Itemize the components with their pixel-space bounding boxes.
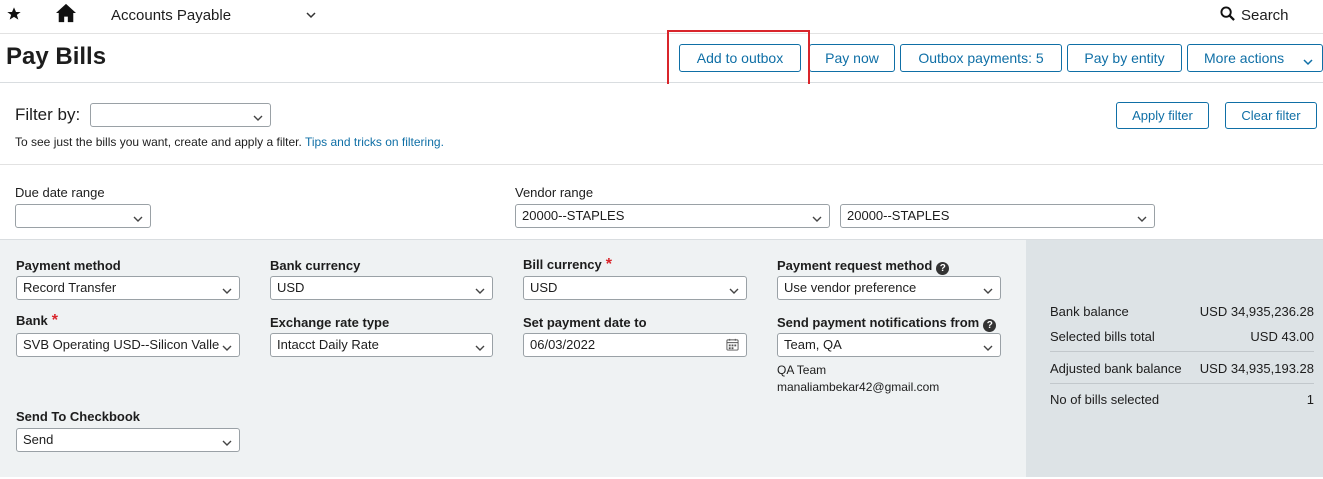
selected-total-value: USD 43.00: [1250, 329, 1314, 344]
bill-currency-label-text: Bill currency: [523, 257, 602, 272]
pay-now-button[interactable]: Pay now: [809, 44, 895, 72]
chevron-down-icon: [133, 212, 143, 227]
search-label: Search: [1241, 7, 1289, 24]
adjusted-balance-label: Adjusted bank balance: [1050, 361, 1182, 376]
notify-name: QA Team: [777, 363, 827, 377]
clear-filter-button[interactable]: Clear filter: [1225, 102, 1317, 129]
bills-count-label: No of bills selected: [1050, 392, 1160, 407]
chevron-down-icon: [983, 284, 993, 299]
chevron-down-icon: [222, 284, 232, 299]
vendor-range-label: Vendor range: [515, 185, 594, 200]
filter-label: Filter by:: [15, 105, 81, 124]
search-icon: [1220, 6, 1235, 25]
chevron-down-icon: [1303, 54, 1313, 70]
due-date-label: Due date range: [15, 185, 105, 200]
top-bar: Accounts Payable Search: [0, 0, 1323, 34]
vendor-to-select[interactable]: 20000--STAPLES: [840, 204, 1155, 228]
notify-email: manaliambekar42@gmail.com: [777, 380, 940, 394]
filter-select[interactable]: [90, 103, 271, 127]
payment-date-input[interactable]: 06/03/2022: [523, 333, 747, 357]
search-button[interactable]: Search: [1220, 6, 1289, 25]
vendor-from-value: 20000--STAPLES: [522, 208, 625, 223]
notify-select[interactable]: Team, QA: [777, 333, 1001, 357]
divider: [1050, 383, 1314, 384]
pay-by-entity-button[interactable]: Pay by entity: [1067, 44, 1182, 72]
home-icon[interactable]: [55, 3, 77, 28]
exchange-rate-value: Intacct Daily Rate: [277, 337, 379, 352]
filter-hint-text: To see just the bills you want, create a…: [15, 135, 302, 149]
chevron-down-icon: [220, 341, 232, 356]
bank-balance-value: USD 34,935,236.28: [1199, 304, 1314, 319]
selected-total-label: Selected bills total: [1050, 329, 1155, 344]
bank-currency-select[interactable]: USD: [270, 276, 493, 300]
request-method-label-text: Payment request method: [777, 258, 933, 273]
chevron-down-icon: [222, 436, 232, 451]
vendor-to-value: 20000--STAPLES: [847, 208, 950, 223]
adjusted-balance-row: Adjusted bank balance USD 34,935,193.28: [1050, 361, 1314, 376]
bank-currency-value: USD: [277, 280, 305, 295]
request-method-label: Payment request method?: [777, 258, 950, 275]
payment-date-label: Set payment date to: [523, 315, 647, 330]
bills-count-row: No of bills selected 1: [1050, 392, 1314, 407]
required-icon: *: [51, 312, 59, 329]
payment-date-value: 06/03/2022: [530, 337, 596, 352]
module-selector[interactable]: Accounts Payable: [111, 7, 231, 24]
chevron-down-icon: [729, 284, 739, 299]
page-title: Pay Bills: [6, 43, 107, 70]
balance-summary-panel: Bank balance USD 34,935,236.28 Selected …: [1026, 239, 1323, 477]
bank-label-text: Bank: [16, 313, 48, 328]
chevron-down-icon: [253, 111, 263, 126]
more-actions-button[interactable]: More actions: [1187, 44, 1323, 72]
notify-label-text: Send payment notifications from: [777, 315, 980, 330]
chevron-down-icon: [812, 212, 822, 227]
exchange-rate-label: Exchange rate type: [270, 315, 390, 330]
outbox-payments-button[interactable]: Outbox payments: 5: [900, 44, 1062, 72]
request-method-value: Use vendor preference: [784, 280, 917, 295]
help-icon[interactable]: ?: [983, 319, 997, 332]
chevron-down-icon: [475, 341, 485, 356]
payment-method-label: Payment method: [16, 258, 121, 273]
chevron-down-icon: [983, 341, 993, 356]
bank-value: SVB Operating USD--Silicon Valle: [23, 337, 220, 352]
bank-balance-label: Bank balance: [1050, 304, 1129, 319]
payment-method-select[interactable]: Record Transfer: [16, 276, 240, 300]
request-method-select[interactable]: Use vendor preference: [777, 276, 1001, 300]
tips-link[interactable]: Tips and tricks on filtering.: [305, 135, 444, 149]
divider: [0, 164, 1323, 165]
apply-filter-button[interactable]: Apply filter: [1116, 102, 1209, 129]
required-icon: *: [605, 256, 612, 273]
due-date-select[interactable]: [15, 204, 151, 228]
checkbook-value: Send: [23, 432, 54, 447]
payment-options-panel: Payment method Record Transfer Bank curr…: [0, 239, 1026, 477]
bill-currency-label: Bill currency *: [523, 256, 612, 274]
adjusted-balance-value: USD 34,935,193.28: [1199, 361, 1314, 376]
bank-currency-label: Bank currency: [270, 258, 361, 273]
chevron-down-icon[interactable]: [306, 7, 316, 25]
bill-currency-value: USD: [530, 280, 558, 295]
bank-select[interactable]: SVB Operating USD--Silicon Valle: [16, 333, 240, 357]
divider: [1050, 351, 1314, 352]
more-actions-label: More actions: [1204, 50, 1285, 66]
star-icon[interactable]: [6, 6, 22, 27]
filter-section: Filter by: To see just the bills you wan…: [0, 84, 1323, 239]
chevron-down-icon: [475, 284, 485, 299]
vendor-from-select[interactable]: 20000--STAPLES: [515, 204, 830, 228]
notify-value: Team, QA: [784, 337, 842, 352]
bill-currency-select[interactable]: USD: [523, 276, 747, 300]
checkbook-label: Send To Checkbook: [16, 409, 140, 424]
payment-method-value: Record Transfer: [23, 280, 117, 295]
selected-total-row: Selected bills total USD 43.00: [1050, 329, 1314, 344]
highlight-box: [667, 30, 810, 86]
checkbook-select[interactable]: Send: [16, 428, 240, 452]
notify-label: Send payment notifications from?: [777, 315, 997, 332]
exchange-rate-select[interactable]: Intacct Daily Rate: [270, 333, 493, 357]
bank-label: Bank *: [16, 312, 58, 330]
help-icon[interactable]: ?: [936, 262, 950, 275]
chevron-down-icon: [1137, 212, 1147, 227]
filter-hint: To see just the bills you want, create a…: [15, 135, 444, 149]
calendar-icon[interactable]: [726, 338, 739, 354]
bills-count-value: 1: [1306, 392, 1314, 407]
bank-balance-row: Bank balance USD 34,935,236.28: [1050, 304, 1314, 319]
